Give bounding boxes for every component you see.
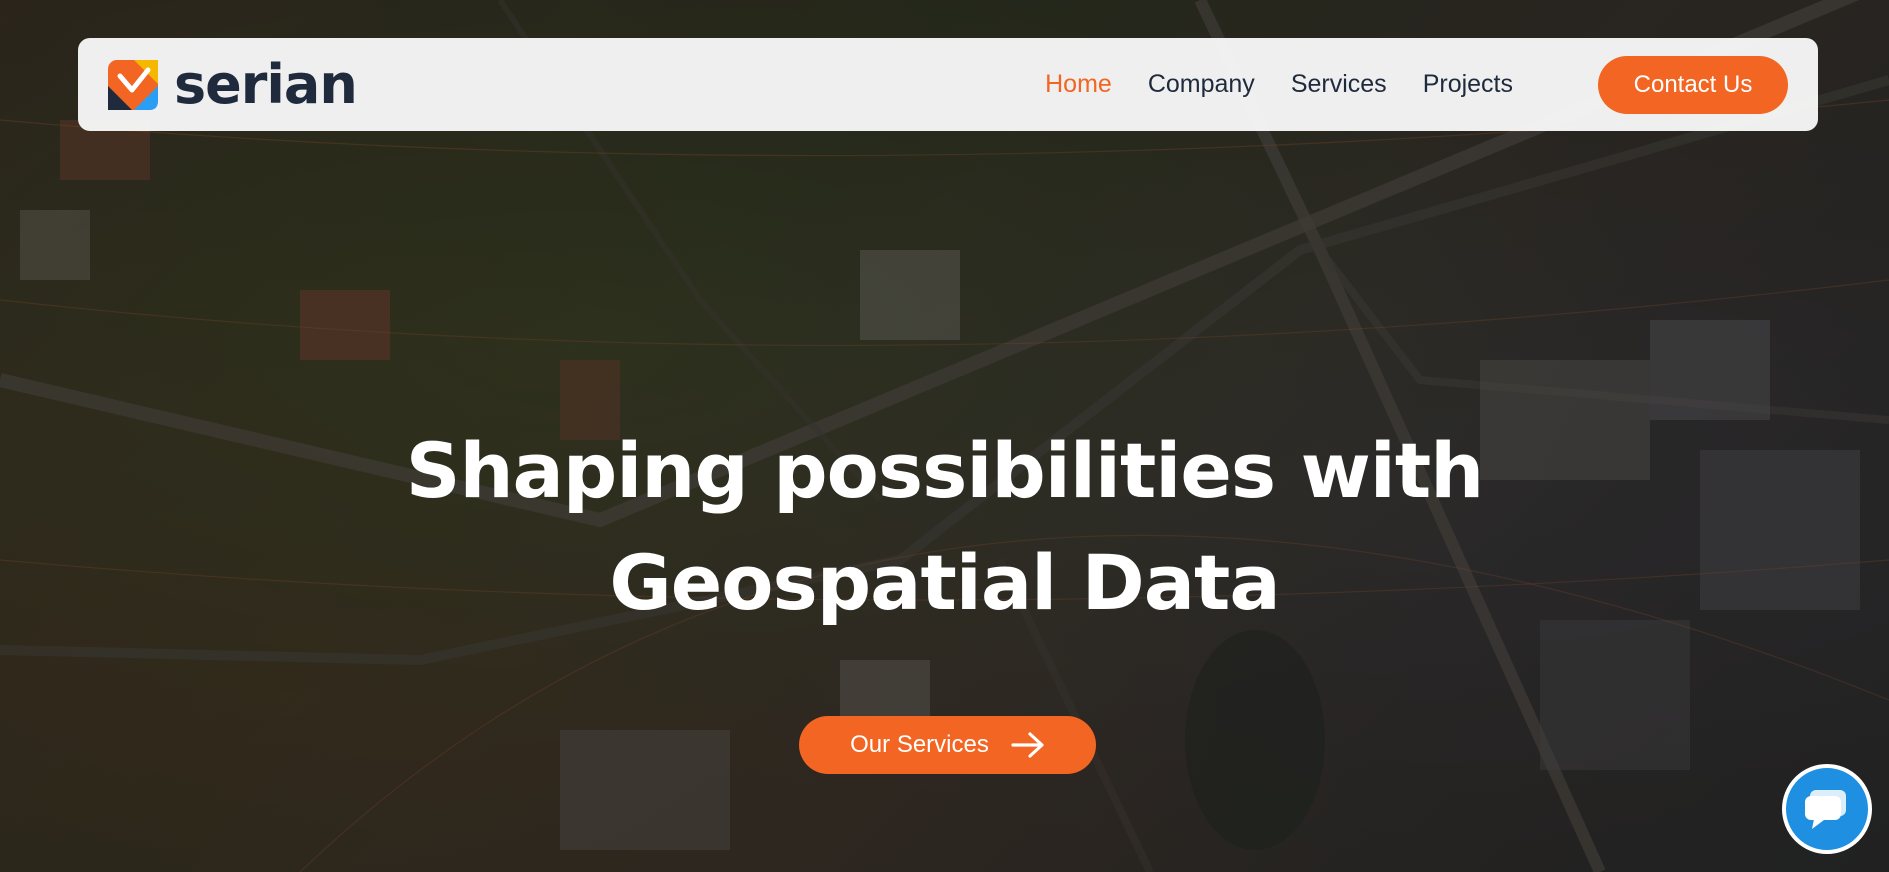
- hero-headline-line2: Geospatial Data: [609, 538, 1280, 627]
- brand-name: serian: [174, 53, 358, 116]
- serian-logo-icon: [108, 60, 158, 110]
- navbar: serian Home Company Services Projects Co…: [78, 38, 1818, 131]
- nav-services[interactable]: Services: [1291, 70, 1387, 99]
- hero-headline-line1: Shaping possibilities with: [405, 426, 1485, 515]
- chat-bubble-icon: [1805, 790, 1846, 829]
- brand-logo[interactable]: serian: [106, 53, 358, 116]
- main-nav: Home Company Services Projects: [1009, 38, 1513, 131]
- arrow-right-icon: [1011, 732, 1044, 758]
- our-services-button[interactable]: Our Services: [799, 716, 1096, 774]
- hero-headline: Shaping possibilities with Geospatial Da…: [0, 415, 1889, 639]
- nav-company[interactable]: Company: [1148, 70, 1255, 99]
- nav-projects[interactable]: Projects: [1423, 70, 1513, 99]
- chat-widget-button[interactable]: [1782, 764, 1872, 854]
- our-services-label: Our Services: [850, 731, 989, 758]
- contact-us-button[interactable]: Contact Us: [1598, 56, 1788, 114]
- nav-home[interactable]: Home: [1045, 70, 1112, 99]
